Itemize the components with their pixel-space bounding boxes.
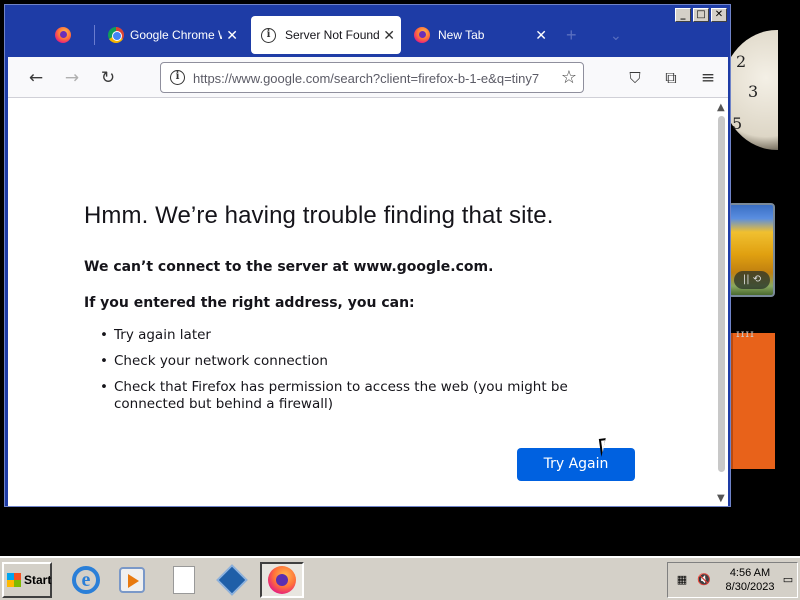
new-tab-button[interactable]: + bbox=[566, 16, 586, 54]
taskbar-firefox[interactable] bbox=[260, 562, 304, 598]
tab-label: New Tab bbox=[438, 28, 485, 42]
site-info-icon[interactable]: i bbox=[170, 70, 185, 85]
notes-gadget[interactable]: ɪɪɪɪ bbox=[731, 329, 775, 469]
menu-icon[interactable]: ≡ bbox=[696, 66, 720, 90]
clock-date: 8/30/2023 bbox=[725, 581, 775, 593]
list-all-tabs-button[interactable]: ⌄ bbox=[610, 16, 630, 54]
windows-logo-icon bbox=[7, 573, 21, 587]
firefox-icon bbox=[268, 566, 296, 594]
browser-window: _ □ ✕ Google Chrome Web ✕ i Server Not F… bbox=[4, 4, 731, 507]
tab-bar: Google Chrome Web ✕ i Server Not Found ✕… bbox=[8, 13, 728, 57]
tab-label: Google Chrome Web bbox=[130, 28, 222, 42]
document-icon bbox=[173, 566, 195, 594]
error-suggestion-heading: If you entered the right address, you ca… bbox=[84, 295, 415, 311]
mouse-cursor-icon bbox=[598, 437, 616, 457]
clock-numeral: 2 bbox=[736, 52, 747, 71]
chrome-icon bbox=[108, 27, 124, 43]
extensions-icon[interactable]: ⧉ bbox=[659, 66, 683, 90]
pocket-icon[interactable]: ⛉ bbox=[623, 66, 647, 90]
firefox-icon bbox=[414, 27, 430, 43]
try-again-button[interactable]: Try Again bbox=[517, 448, 635, 481]
list-item: Check your network connection bbox=[100, 353, 640, 370]
close-tab-icon[interactable]: ✕ bbox=[535, 27, 547, 44]
taskbar-virtualbox[interactable] bbox=[210, 562, 254, 598]
scrollbar-thumb[interactable] bbox=[718, 116, 725, 472]
suggestion-list: Try again later Check your network conne… bbox=[100, 327, 640, 422]
slideshow-controls[interactable]: || ⟲ bbox=[734, 271, 770, 289]
close-tab-icon[interactable]: ✕ bbox=[226, 27, 238, 44]
back-arrow-icon[interactable]: ← bbox=[24, 66, 48, 90]
firefox-icon bbox=[55, 27, 71, 43]
tab-google-chrome[interactable]: Google Chrome Web ✕ bbox=[104, 16, 244, 54]
tab-server-not-found[interactable]: i Server Not Found ✕ bbox=[251, 16, 401, 54]
show-desktop-icon[interactable]: ▭ bbox=[781, 573, 795, 587]
list-item: Try again later bbox=[100, 327, 640, 344]
vertical-scrollbar[interactable]: ▲ ▼ bbox=[715, 98, 728, 506]
taskbar-media-player[interactable] bbox=[110, 562, 154, 598]
forward-arrow-icon[interactable]: → bbox=[60, 66, 84, 90]
network-icon[interactable]: ▦ bbox=[675, 573, 689, 587]
clock-time: 4:56 AM bbox=[729, 567, 771, 579]
error-description: We can’t connect to the server at www.go… bbox=[84, 259, 494, 275]
address-bar[interactable]: i https://www.google.com/search?client=f… bbox=[160, 62, 584, 93]
taskbar: Start e ▦ 🔇 4:56 AM 8/30/2023 ▭ bbox=[0, 556, 800, 600]
url-text[interactable]: https://www.google.com/search?client=fir… bbox=[193, 71, 548, 86]
tab-firefox-pinned[interactable] bbox=[55, 16, 89, 54]
scroll-down-arrow-icon[interactable]: ▼ bbox=[717, 493, 725, 504]
taskbar-clock[interactable]: 4:56 AM 8/30/2023 bbox=[718, 566, 782, 594]
tab-separator bbox=[94, 25, 95, 45]
navigation-toolbar: ← → ↻ i https://www.google.com/search?cl… bbox=[8, 57, 728, 98]
internet-explorer-icon: e bbox=[72, 566, 100, 594]
volume-muted-icon[interactable]: 🔇 bbox=[697, 573, 711, 587]
bookmark-star-icon[interactable]: ☆ bbox=[561, 67, 577, 88]
taskbar-document[interactable] bbox=[162, 562, 206, 598]
taskbar-internet-explorer[interactable]: e bbox=[64, 562, 108, 598]
reload-icon[interactable]: ↻ bbox=[96, 66, 120, 90]
start-button[interactable]: Start bbox=[2, 562, 52, 598]
list-item: Check that Firefox has permission to acc… bbox=[100, 379, 640, 413]
system-tray: ▦ 🔇 4:56 AM 8/30/2023 ▭ bbox=[667, 562, 798, 598]
info-icon: i bbox=[261, 27, 276, 43]
close-tab-icon[interactable]: ✕ bbox=[383, 27, 395, 44]
virtualbox-icon bbox=[216, 564, 248, 596]
media-player-icon bbox=[119, 567, 145, 593]
tab-new-tab[interactable]: New Tab ✕ bbox=[408, 16, 553, 54]
clock-numeral: 5 bbox=[732, 114, 743, 133]
scroll-up-arrow-icon[interactable]: ▲ bbox=[717, 102, 725, 113]
start-label: Start bbox=[24, 573, 52, 587]
slideshow-gadget[interactable]: || ⟲ bbox=[728, 203, 775, 297]
error-title: Hmm. We’re having trouble finding that s… bbox=[84, 202, 554, 229]
clock-numeral: 3 bbox=[748, 82, 759, 101]
notes-rings: ɪɪɪɪ bbox=[736, 329, 755, 340]
tab-label: Server Not Found bbox=[285, 28, 380, 42]
